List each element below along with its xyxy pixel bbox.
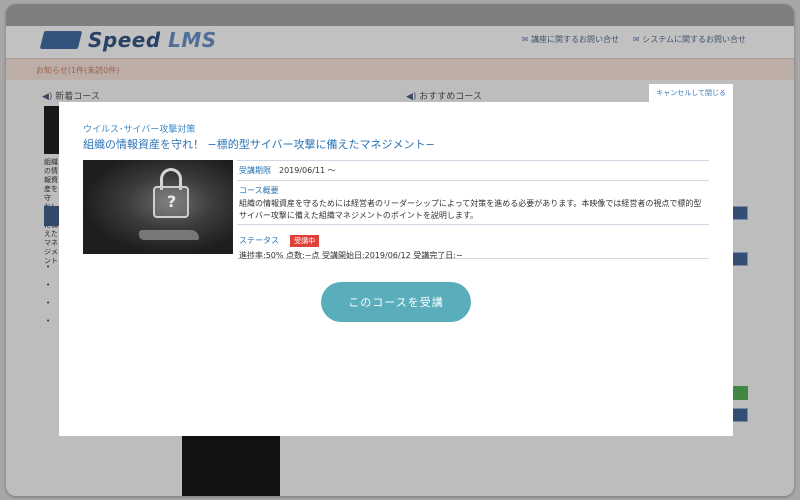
term-value: 2019/06/11 ～ (279, 166, 336, 175)
status-label: ステータス (239, 236, 279, 245)
term-label: 受講期限 (239, 166, 271, 175)
status-badge: 受講中 (290, 235, 320, 247)
hand-icon (139, 230, 199, 240)
question-mark-icon: ? (167, 192, 177, 211)
status-row: ステータス 受講中 進捗率:50% 点数:−点 受講開始日:2019/06/12… (237, 225, 709, 260)
summary-label: コース概要 (239, 186, 279, 195)
course-category: ウイルス･サイバー攻撃対策 (83, 125, 196, 135)
cancel-close-link[interactable]: キャンセルして閉じる (649, 84, 733, 102)
course-title: 組織の情報資産を守れ！ −標的型サイバー攻撃に備えたマネジメント− (83, 138, 435, 151)
summary-row: コース概要 組織の情報資産を守るためには経営者のリーダーシップによって対策を進め… (237, 181, 709, 225)
term-row: 受講期限 2019/06/11 ～ (237, 160, 709, 181)
summary-text: 組織の情報資産を守るためには経営者のリーダーシップによって対策を進める必要があり… (239, 199, 702, 220)
course-modal: キャンセルして閉じる ウイルス･サイバー攻撃対策 組織の情報資産を守れ！ −標的… (59, 84, 733, 436)
course-info: 受講期限 2019/06/11 ～ コース概要 組織の情報資産を守るためには経営… (237, 160, 709, 260)
enroll-button[interactable]: このコースを受講 (321, 282, 471, 322)
browser-window: Speed LMS 講座に関するお問い合せ システムに関するお問い合せ お知らせ… (6, 4, 794, 496)
status-details: 進捗率:50% 点数:−点 受講開始日:2019/06/12 受講完了日:− (239, 251, 463, 260)
page: Speed LMS 講座に関するお問い合せ システムに関するお問い合せ お知らせ… (6, 26, 794, 496)
course-thumbnail: ? (83, 160, 233, 254)
